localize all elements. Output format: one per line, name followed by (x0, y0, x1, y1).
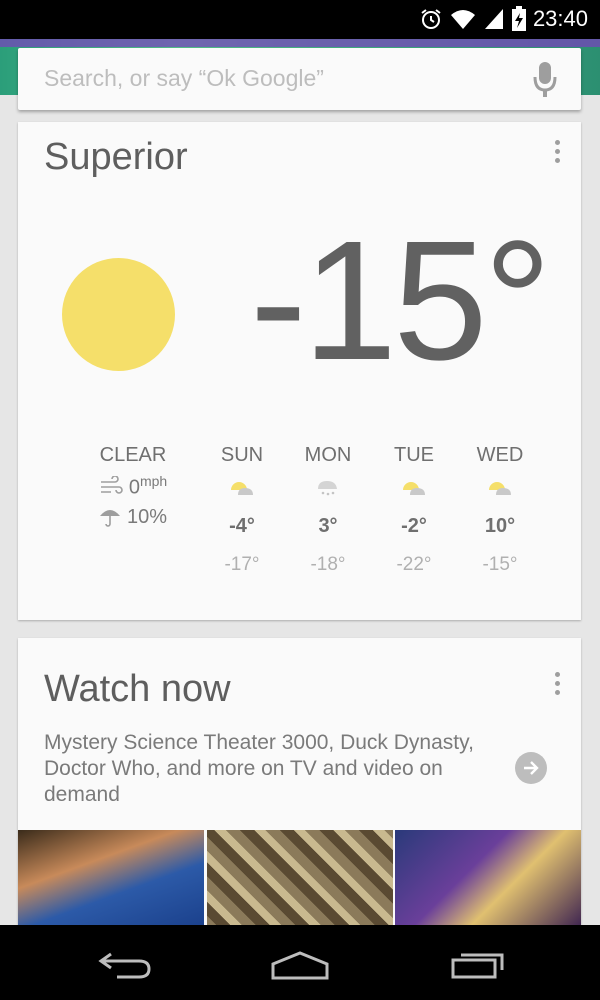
weather-location: Superior (44, 136, 188, 178)
arrow-right-icon[interactable] (515, 752, 547, 784)
wind-unit: mph (139, 473, 168, 489)
partly-cloudy-icon (379, 477, 449, 505)
forecast-low: -15° (482, 554, 518, 575)
forecast-low: -22° (396, 554, 432, 575)
video-thumbnail[interactable] (395, 830, 581, 925)
forecast-high: -4° (229, 515, 255, 537)
status-icons: 23:40 (419, 6, 588, 32)
signal-icon (484, 9, 503, 29)
forecast-day: SUN -4° -17° (207, 444, 277, 576)
recents-icon[interactable] (448, 947, 508, 983)
condition-label: CLEAR (99, 444, 167, 466)
wind-row: 0mph (78, 473, 188, 500)
forecast-high: 3° (318, 515, 338, 537)
home-icon[interactable] (270, 947, 330, 983)
search-input[interactable]: Search, or say “Ok Google” (44, 65, 324, 92)
weather-overflow-menu-icon[interactable] (555, 140, 561, 167)
forecast-day: TUE -2° -22° (379, 444, 449, 576)
forecast-low: -17° (224, 554, 260, 575)
forecast-day-label: SUN (220, 444, 264, 466)
precip-chance: 10% (126, 505, 168, 528)
watch-now-card[interactable]: Watch now Mystery Science Theater 3000, … (18, 638, 581, 925)
alarm-icon (421, 9, 441, 29)
battery-charging-icon (511, 6, 526, 31)
umbrella-icon (99, 510, 120, 527)
status-time: 23:40 (532, 6, 588, 31)
sun-icon (62, 258, 175, 371)
wind-icon (100, 476, 123, 495)
wind-speed: 0 (128, 476, 140, 499)
search-bar[interactable]: Search, or say “Ok Google” (18, 48, 581, 110)
forecast-day: WED 10° -15° (465, 444, 535, 576)
forecast-day-label: TUE (394, 444, 434, 466)
forecast-low: -18° (310, 554, 346, 575)
snow-icon (293, 477, 363, 505)
partly-cloudy-icon (465, 477, 535, 505)
watch-now-title: Watch now (44, 668, 231, 710)
status-bar: 23:40 (0, 0, 600, 39)
mic-icon[interactable] (531, 60, 559, 98)
forecast-day-label: MON (304, 444, 352, 466)
watch-now-description: Mystery Science Theater 3000, Duck Dynas… (44, 731, 474, 806)
video-thumbnail[interactable] (207, 830, 393, 925)
video-thumbnail[interactable] (18, 830, 204, 925)
forecast-high: -2° (401, 515, 427, 537)
navigation-bar (0, 925, 600, 1000)
watch-now-overflow-menu-icon[interactable] (555, 672, 561, 699)
forecast-day: MON 3° -18° (293, 444, 363, 576)
current-conditions: CLEAR 0mph 10% (78, 444, 188, 529)
wifi-icon (450, 10, 475, 29)
partly-cloudy-icon (207, 477, 277, 505)
current-temperature: -15° (250, 206, 552, 396)
forecast-high: 10° (484, 515, 516, 537)
back-icon[interactable] (95, 947, 155, 983)
weather-card[interactable]: Superior -15° CLEAR 0mph 10% SUN -4° -17… (18, 122, 581, 620)
precip-row: 10% (78, 506, 188, 529)
forecast-day-label: WED (476, 444, 524, 466)
